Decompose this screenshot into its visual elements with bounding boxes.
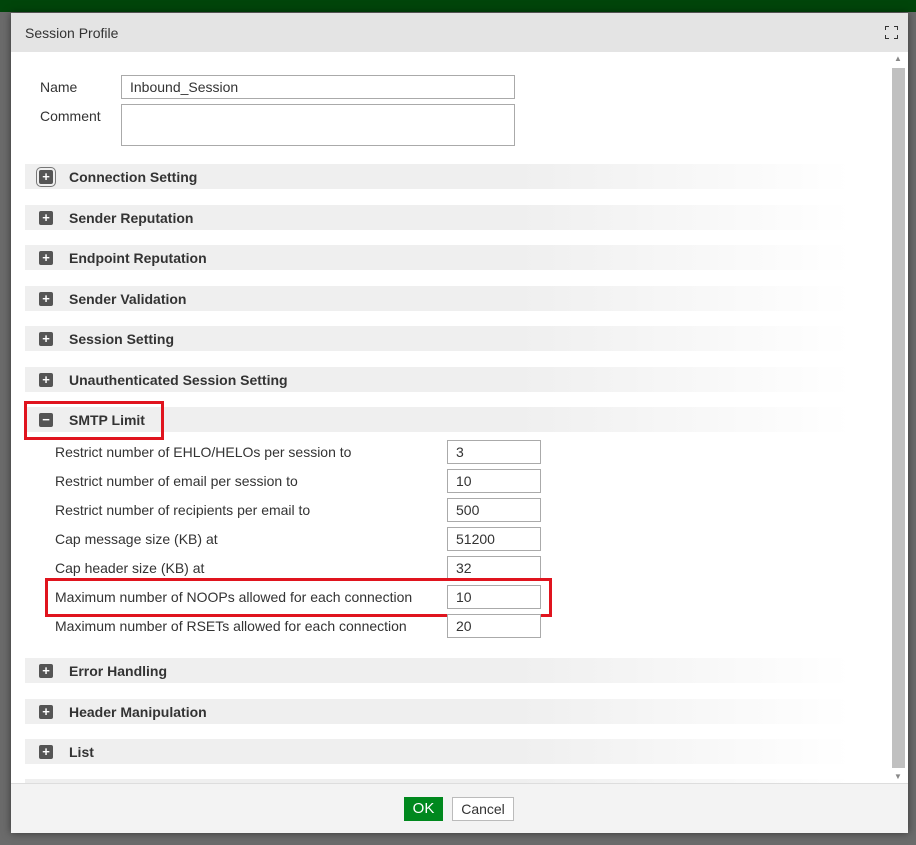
section-label: Connection Setting [69, 168, 198, 185]
expand-plus-icon[interactable]: + [39, 663, 53, 678]
dialog-header: Session Profile [11, 13, 908, 52]
rsets-limit-input[interactable]: 20 [447, 614, 541, 638]
cancel-button[interactable]: Cancel [452, 797, 514, 821]
message-size-input[interactable]: 51200 [447, 527, 541, 551]
section-label: Sender Validation [69, 290, 187, 307]
section-label: Header Manipulation [69, 703, 207, 720]
expand-plus-icon[interactable]: + [39, 744, 53, 759]
dialog-footer: OK Cancel [11, 783, 908, 833]
section-connection-setting[interactable]: + Connection Setting [25, 164, 851, 189]
scroll-up-icon[interactable]: ▲ [894, 54, 902, 63]
field-label: Maximum number of RSETs allowed for each… [55, 618, 407, 634]
field-label: Cap header size (KB) at [55, 560, 205, 576]
section-label: Sender Reputation [69, 209, 194, 226]
ehlo-limit-input[interactable]: 3 [447, 440, 541, 464]
maximize-icon[interactable] [885, 26, 898, 39]
dialog-title: Session Profile [25, 24, 119, 41]
section-label: List [69, 743, 94, 760]
field-label: Restrict number of email per session to [55, 473, 298, 489]
ok-button[interactable]: OK [404, 797, 443, 821]
section-label: Error Handling [69, 662, 168, 679]
section-sender-reputation[interactable]: + Sender Reputation [25, 205, 851, 230]
section-label: Endpoint Reputation [69, 249, 207, 266]
section-label: Session Setting [69, 330, 175, 347]
scroll-down-icon[interactable]: ▼ [894, 772, 902, 781]
scrollbar-thumb[interactable] [892, 68, 905, 768]
expand-plus-icon[interactable]: + [39, 331, 53, 346]
expand-plus-icon[interactable]: + [39, 291, 53, 306]
recipients-per-email-input[interactable]: 500 [447, 498, 541, 522]
highlight-box-smtp-limit [24, 401, 164, 440]
section-label: Unauthenticated Session Setting [69, 371, 288, 388]
section-endpoint-reputation[interactable]: + Endpoint Reputation [25, 245, 851, 270]
section-list[interactable]: + List [25, 739, 851, 764]
expand-plus-icon[interactable]: + [39, 210, 53, 225]
dialog-body: Name Inbound_Session Comment + Connection… [11, 52, 893, 783]
expand-plus-icon[interactable]: + [36, 166, 56, 187]
header-size-input[interactable]: 32 [447, 556, 541, 580]
section-error-handling[interactable]: + Error Handling [25, 658, 851, 683]
session-profile-dialog: Session Profile Name Inbound_Session Com… [11, 13, 908, 833]
field-label: Restrict number of EHLO/HELOs per sessio… [55, 444, 352, 460]
expand-plus-icon[interactable]: + [39, 704, 53, 719]
section-header-manipulation[interactable]: + Header Manipulation [25, 699, 851, 724]
section-session-setting[interactable]: + Session Setting [25, 326, 851, 351]
highlight-box-noops [45, 578, 552, 617]
section-sender-validation[interactable]: + Sender Validation [25, 286, 851, 311]
expand-plus-icon[interactable]: + [39, 372, 53, 387]
vertical-scrollbar[interactable]: ▲ ▼ [892, 52, 905, 783]
email-per-session-input[interactable]: 10 [447, 469, 541, 493]
comment-textarea[interactable] [121, 104, 515, 146]
name-label: Name [40, 79, 78, 95]
expand-plus-icon[interactable]: + [39, 250, 53, 265]
app-top-bar [0, 0, 916, 12]
field-label: Restrict number of recipients per email … [55, 502, 311, 518]
name-input[interactable]: Inbound_Session [121, 75, 515, 99]
field-label: Cap message size (KB) at [55, 531, 218, 547]
section-unauthenticated-session[interactable]: + Unauthenticated Session Setting [25, 367, 851, 392]
comment-label: Comment [40, 108, 101, 124]
